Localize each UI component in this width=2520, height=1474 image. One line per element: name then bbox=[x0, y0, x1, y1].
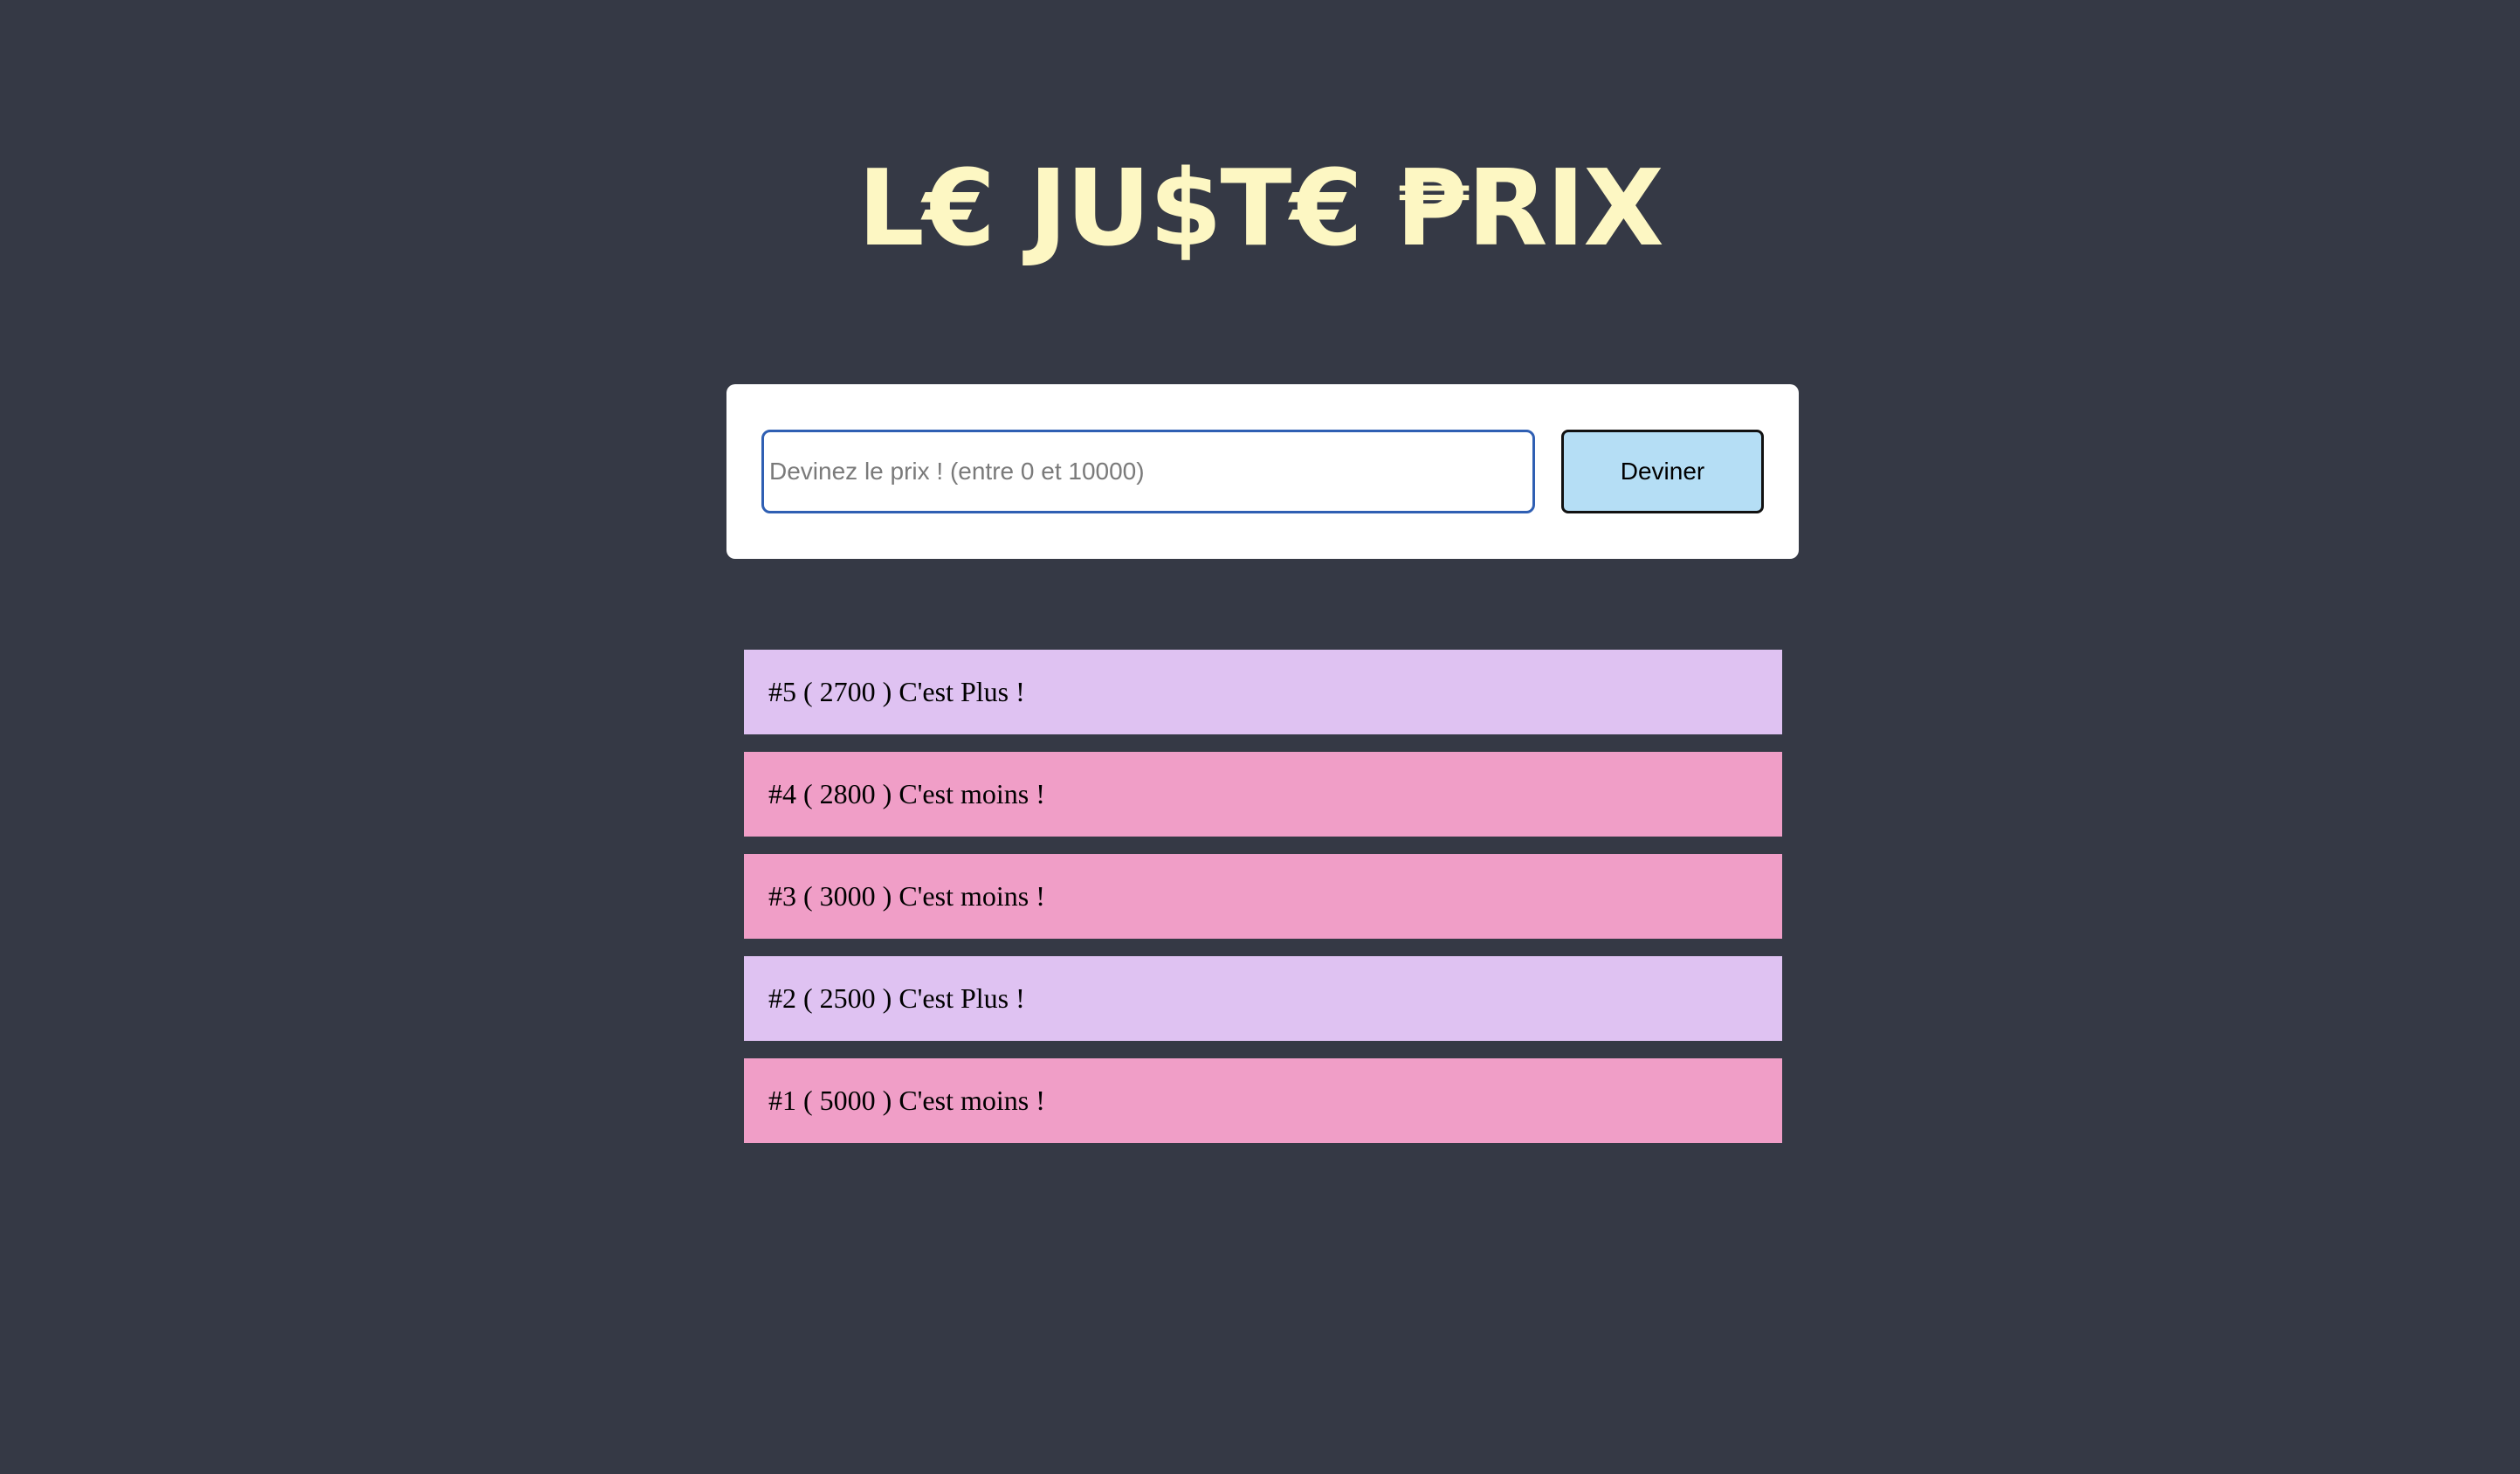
history-item: #3 ( 3000 ) C'est moins ! bbox=[744, 854, 1782, 939]
history-item: #5 ( 2700 ) C'est Plus ! bbox=[744, 650, 1782, 734]
history-item: #2 ( 2500 ) C'est Plus ! bbox=[744, 956, 1782, 1041]
history-item: #1 ( 5000 ) C'est moins ! bbox=[744, 1058, 1782, 1143]
guess-history-list: #5 ( 2700 ) C'est Plus ! #4 ( 2800 ) C'e… bbox=[744, 650, 1782, 1161]
guess-form-card: Deviner bbox=[726, 384, 1799, 559]
page-title: L€ JU$T€ ₱RIX bbox=[857, 148, 1664, 270]
price-guess-input[interactable] bbox=[761, 430, 1535, 513]
page: L€ JU$T€ ₱RIX Deviner #5 ( 2700 ) C'est … bbox=[0, 0, 2520, 1474]
history-item: #4 ( 2800 ) C'est moins ! bbox=[744, 752, 1782, 837]
guess-button[interactable]: Deviner bbox=[1561, 430, 1764, 513]
